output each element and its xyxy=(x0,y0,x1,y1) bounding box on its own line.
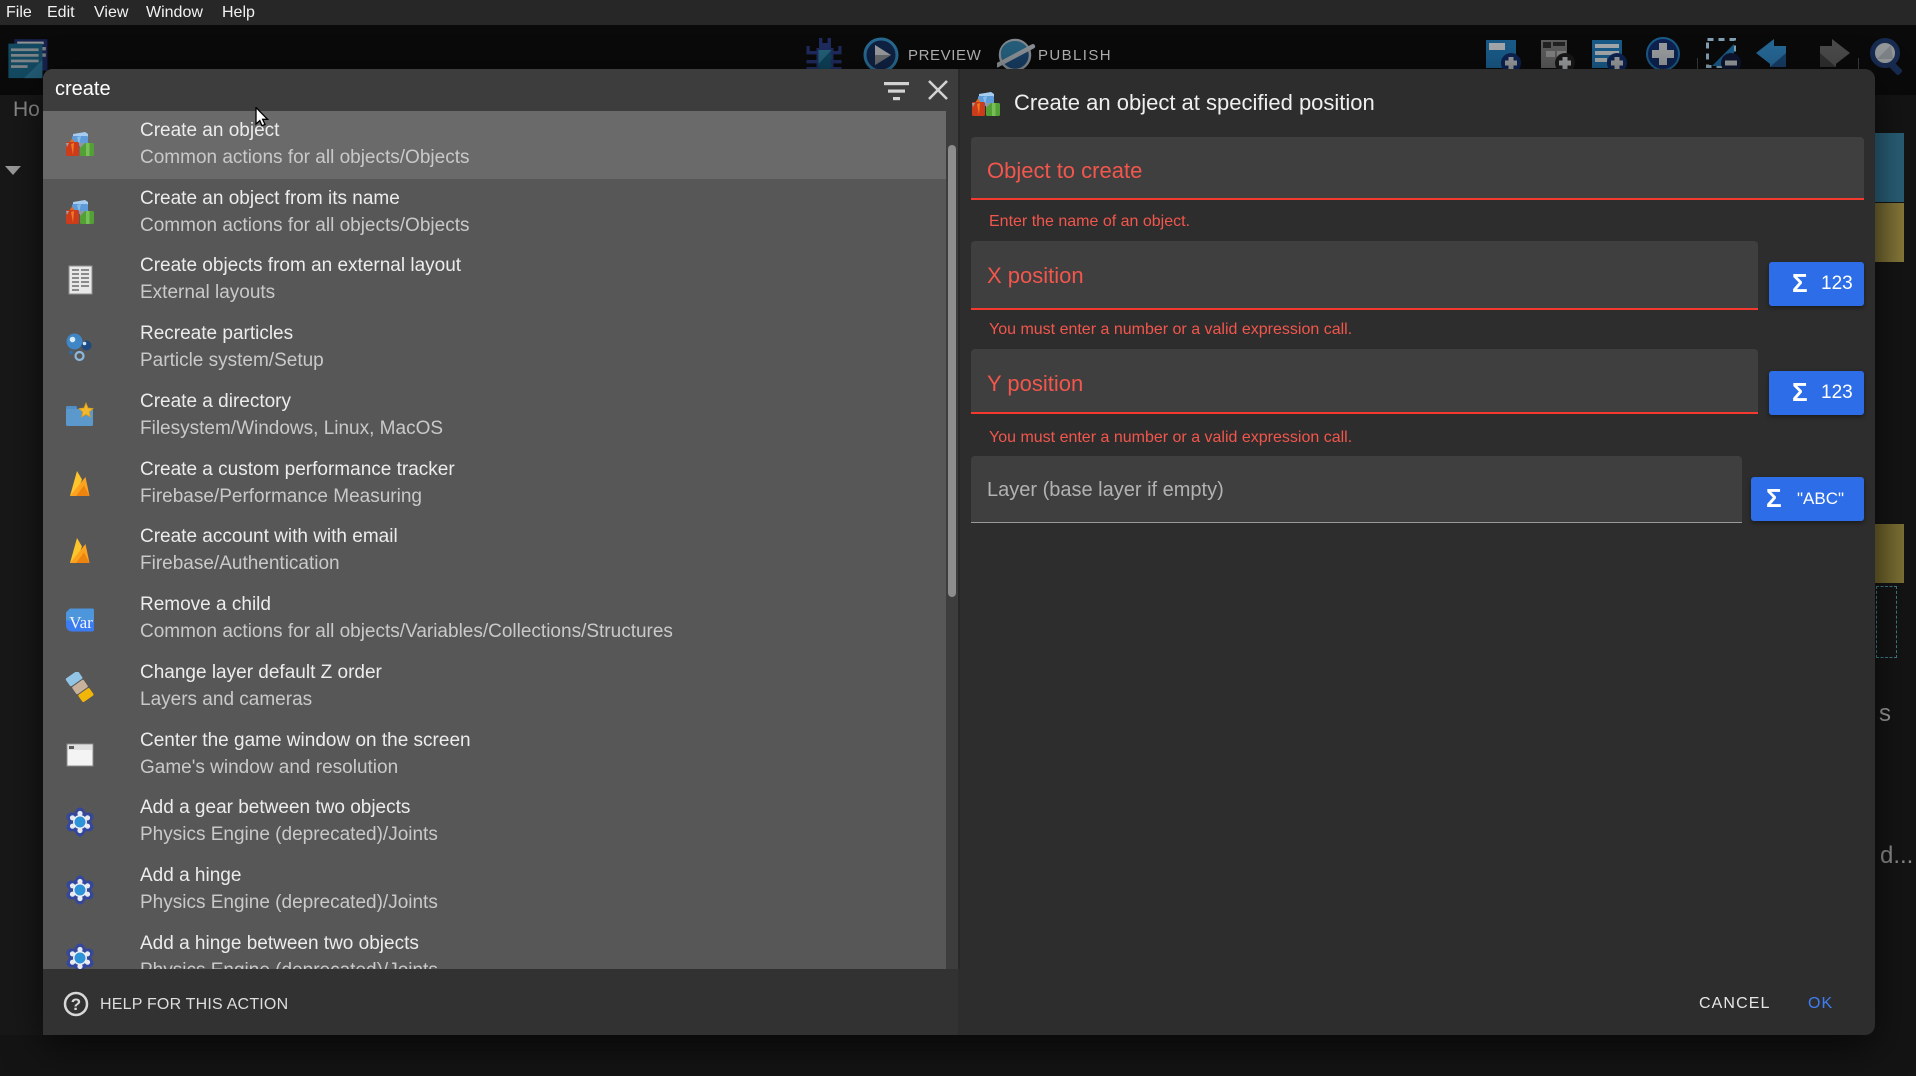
svg-text:?: ? xyxy=(71,995,81,1014)
svg-text:Var: Var xyxy=(69,613,93,632)
